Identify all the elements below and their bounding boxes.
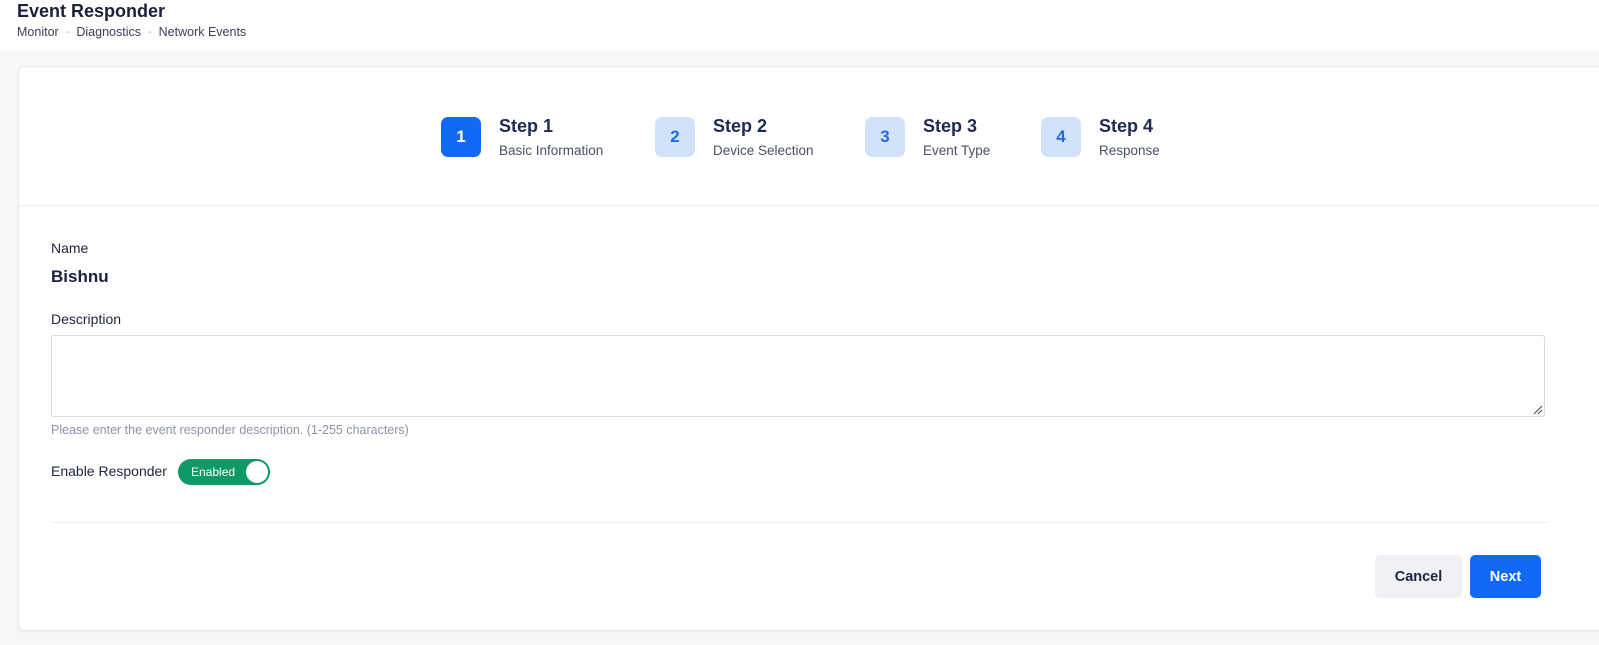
cancel-button[interactable]: Cancel	[1375, 555, 1462, 598]
enable-responder-toggle[interactable]: Enabled	[178, 459, 270, 485]
step-title: Step 4	[1099, 116, 1154, 136]
breadcrumb-separator: -	[65, 26, 70, 38]
step-title: Step 2	[713, 116, 768, 136]
step-1[interactable]: 1 Step 1 Basic Information	[441, 116, 604, 159]
toggle-state-label: Enabled	[191, 465, 236, 479]
next-button[interactable]: Next	[1470, 555, 1541, 598]
breadcrumb-separator: -	[147, 26, 152, 38]
wizard-card: 1 Step 1 Basic Information 2 Step 2 Devi…	[18, 66, 1599, 631]
breadcrumb: Monitor - Diagnostics - Network Events	[17, 25, 246, 39]
step-subtitle: Response	[1099, 143, 1160, 158]
step-4[interactable]: 4 Step 4 Response	[1041, 116, 1160, 159]
description-textarea[interactable]	[51, 335, 1545, 417]
toggle-knob	[246, 461, 268, 483]
stepper: 1 Step 1 Basic Information 2 Step 2 Devi…	[19, 67, 1599, 206]
step-2[interactable]: 2 Step 2 Device Selection	[655, 116, 814, 159]
step-number-badge: 2	[655, 117, 695, 157]
step-3[interactable]: 3 Step 3 Event Type	[865, 116, 991, 159]
step-subtitle: Event Type	[923, 143, 991, 158]
name-value: Bishnu	[51, 267, 109, 286]
breadcrumb-item-diagnostics[interactable]: Diagnostics	[76, 25, 141, 39]
page-title: Event Responder	[17, 1, 166, 21]
top-header: Event Responder Monitor - Diagnostics - …	[0, 0, 1599, 51]
step-number-badge: 1	[441, 117, 481, 157]
resize-handle-icon[interactable]	[1533, 405, 1543, 415]
step-number-badge: 4	[1041, 117, 1081, 157]
step-title: Step 1	[499, 116, 554, 136]
breadcrumb-item-network-events: Network Events	[158, 25, 247, 39]
name-label: Name	[51, 240, 89, 256]
divider	[51, 522, 1549, 523]
description-label: Description	[51, 311, 122, 327]
breadcrumb-item-monitor[interactable]: Monitor	[17, 25, 59, 39]
step-number-badge: 3	[865, 117, 905, 157]
enable-responder-label: Enable Responder	[51, 463, 167, 479]
description-help-text: Please enter the event responder descrip…	[51, 423, 409, 437]
step-subtitle: Device Selection	[713, 143, 814, 158]
step-subtitle: Basic Information	[499, 143, 604, 158]
step-title: Step 3	[923, 116, 978, 136]
